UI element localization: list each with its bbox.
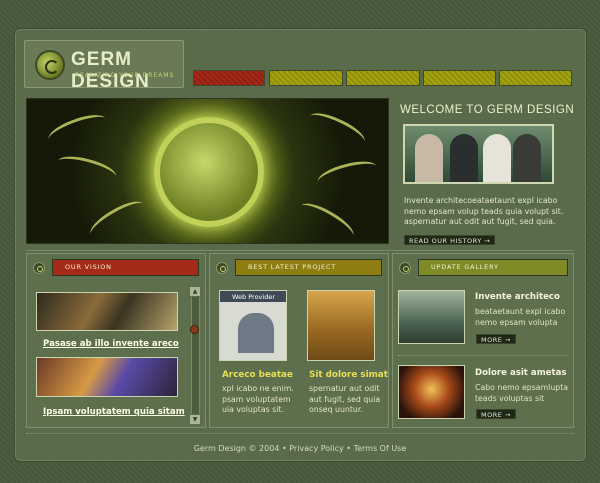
- person-figure: [415, 134, 443, 182]
- welcome-text: Invente architecoeataetaunt expl icabo n…: [404, 196, 564, 226]
- project-title-2[interactable]: Sit dolore simat: [309, 370, 388, 380]
- read-history-button[interactable]: READ OUR HISTORY →: [404, 235, 496, 245]
- footer: Germ Design © 2004 • Privacy Policy • Te…: [0, 444, 600, 453]
- gallery-more-button-1[interactable]: MORE →: [476, 334, 516, 344]
- project-thumb-2[interactable]: [307, 290, 375, 361]
- privacy-policy-link[interactable]: Privacy Policy: [289, 444, 344, 453]
- gallery-text-1: beataetaunt expl icabo nemo epsam volupt…: [475, 307, 566, 327]
- swirl-decoration: [315, 156, 379, 192]
- footer-copyright: Germ Design © 2004: [193, 444, 280, 453]
- vision-thumb-1[interactable]: [36, 292, 178, 331]
- footer-divider: [26, 433, 574, 434]
- swirl-decoration: [45, 109, 109, 149]
- swirl-decoration: [55, 151, 119, 187]
- gallery-bullet-icon: [399, 262, 411, 274]
- logo-emblem-icon: [35, 50, 65, 80]
- divider: [26, 250, 574, 251]
- person-figure: [238, 313, 274, 353]
- scroll-thumb[interactable]: [190, 325, 199, 334]
- team-photo: [403, 124, 554, 184]
- vision-scrollbar[interactable]: [191, 287, 200, 425]
- vision-link-1[interactable]: Pasase ab illo invente areco: [43, 339, 179, 349]
- welcome-title: WELCOME TO GERM DESIGN: [400, 104, 575, 116]
- nav-tab-5[interactable]: [499, 70, 572, 86]
- footer-separator: •: [346, 444, 352, 453]
- brand-tagline: REALIZING YOUR DREAMS: [75, 72, 175, 79]
- swirl-decoration: [305, 107, 369, 151]
- swirl-decoration: [86, 195, 148, 243]
- nav-tab-2[interactable]: [269, 70, 343, 86]
- nav-tab-3[interactable]: [346, 70, 420, 86]
- scroll-down-icon[interactable]: ▼: [189, 414, 201, 425]
- brand-title: GERM DESIGN: [71, 49, 150, 92]
- person-figure: [483, 134, 511, 182]
- vision-heading: OUR VISION: [52, 259, 199, 276]
- projects-heading: BEST LATEST PROJECT: [235, 259, 382, 276]
- footer-separator: •: [281, 444, 287, 453]
- person-figure: [450, 134, 478, 182]
- project-text-2: spernatur aut odit aut fugit, sed quia o…: [309, 384, 381, 414]
- terms-of-use-link[interactable]: Terms Of Use: [354, 444, 407, 453]
- nav-tab-4[interactable]: [423, 70, 496, 86]
- gallery-text-2: Cabo nemo epsamlupta teads voluptas sit: [475, 383, 569, 403]
- gallery-title-1[interactable]: Invente architeco: [475, 292, 560, 302]
- germ-orb: [154, 117, 264, 227]
- hero-banner-image: [26, 98, 389, 244]
- gallery-thumb-1[interactable]: [398, 290, 465, 344]
- gallery-thumb-2[interactable]: [398, 365, 465, 419]
- gallery-more-button-2[interactable]: MORE →: [476, 409, 516, 419]
- project-thumb-1[interactable]: Web Provider: [219, 290, 287, 361]
- swirl-decoration: [296, 197, 358, 243]
- gallery-title-2[interactable]: Dolore asit ametas: [475, 368, 567, 378]
- nav-tab-1[interactable]: [193, 70, 265, 86]
- thumb-label: Web Provider: [232, 293, 275, 301]
- vision-thumb-2[interactable]: [36, 357, 178, 397]
- person-figure: [513, 134, 541, 182]
- vision-bullet-icon: [33, 262, 45, 274]
- projects-bullet-icon: [216, 262, 228, 274]
- project-text-1: xpl icabo ne enim. psam voluptatem uia v…: [222, 384, 294, 414]
- gallery-heading: UPDATE GALLERY: [418, 259, 568, 276]
- logo[interactable]: GERM DESIGN REALIZING YOUR DREAMS: [24, 40, 184, 92]
- scroll-up-icon[interactable]: ▲: [189, 286, 201, 297]
- vision-link-2[interactable]: Ipsam voluptatem quia sitam: [43, 407, 185, 417]
- project-title-1[interactable]: Arceco beatae: [222, 370, 293, 380]
- gallery-divider: [398, 355, 568, 356]
